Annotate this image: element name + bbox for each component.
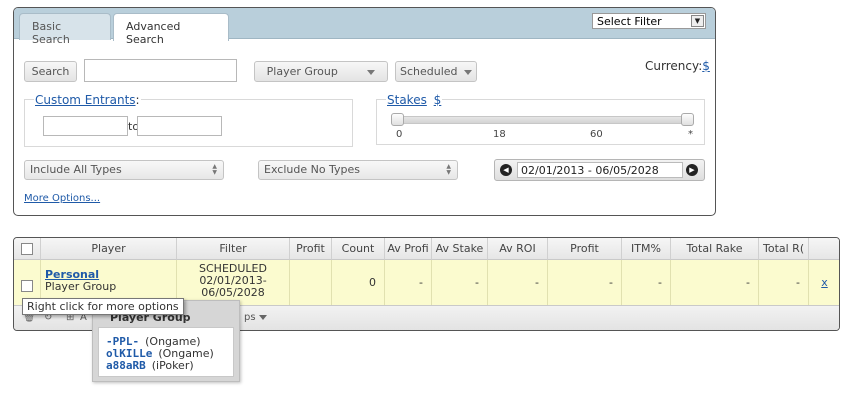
profit-2-cell: - — [548, 260, 622, 305]
stakes-currency-link[interactable]: $ — [434, 93, 442, 107]
column-header-itm[interactable]: ITM% — [622, 238, 671, 260]
column-header-av-roi[interactable]: Av ROI — [488, 238, 548, 260]
currency-link[interactable]: $ — [702, 59, 710, 73]
actions-cell: x — [809, 260, 839, 305]
filter-line: 06/05/2028 — [201, 286, 265, 299]
column-header-profit[interactable]: Profit — [290, 238, 332, 260]
remove-row-link[interactable]: x — [821, 276, 828, 289]
select-arrows-icon: ▲ ▼ — [446, 163, 451, 176]
stakes-slider-max-handle[interactable] — [681, 113, 694, 126]
custom-entrants-colon: : — [135, 93, 140, 107]
select-filter-label: Select Filter — [597, 15, 662, 28]
tab-basic-search[interactable]: Basic Search — [19, 13, 111, 46]
chevron-down-icon — [258, 314, 267, 320]
footer-options-partial[interactable]: ps — [244, 312, 267, 323]
search-input[interactable] — [84, 59, 237, 82]
select-all-checkbox[interactable] — [21, 243, 33, 255]
entrants-to-input[interactable] — [137, 116, 222, 136]
select-all-header — [14, 238, 41, 260]
stakes-tick-18: 18 — [493, 129, 506, 140]
tab-advanced-search[interactable]: Advanced Search — [113, 13, 229, 46]
stakes-tick-60: 60 — [590, 129, 603, 140]
column-header-total-rake-2[interactable]: Total R( — [759, 238, 809, 260]
profit-cell — [290, 260, 332, 305]
stakes-tick-max: * — [688, 129, 693, 140]
member-site: (iPoker) — [151, 359, 194, 372]
chevron-down-icon — [367, 69, 376, 75]
custom-entrants-legend: Custom Entrants: — [34, 93, 141, 107]
chevron-right-icon[interactable]: ▶ — [686, 164, 698, 176]
more-options-link[interactable]: More Options... — [24, 193, 100, 204]
column-header-av-stake[interactable]: Av Stake — [432, 238, 488, 260]
column-header-filter[interactable]: Filter — [177, 238, 290, 260]
chevron-down-icon — [464, 69, 473, 75]
player-group-label: Player Group — [266, 65, 338, 78]
row-checkbox[interactable] — [21, 280, 33, 292]
search-button[interactable]: Search — [24, 61, 77, 82]
total-rake-2-cell: - — [759, 260, 809, 305]
column-header-av-profit[interactable]: Av Profi — [385, 238, 432, 260]
av-profit-cell: - — [385, 260, 432, 305]
chevron-left-icon[interactable]: ◀ — [500, 164, 512, 176]
date-range-input[interactable]: 02/01/2013 - 06/05/2028 — [517, 162, 683, 178]
player-type: Player Group — [45, 280, 117, 293]
scheduled-button[interactable]: Scheduled — [395, 61, 477, 82]
include-types-select[interactable]: Include All Types ▲ ▼ — [24, 160, 224, 180]
av-stake-cell: - — [432, 260, 488, 305]
currency-label: Currency: — [645, 59, 703, 73]
column-header-actions — [809, 238, 839, 260]
date-range-picker: ◀ 02/01/2013 - 06/05/2028 ▶ — [494, 159, 705, 181]
custom-entrants-link[interactable]: Custom Entrants — [35, 93, 136, 107]
member-name: a88aRB — [106, 359, 146, 372]
total-rake-cell: - — [671, 260, 759, 305]
player-group-button[interactable]: Player Group — [254, 61, 388, 82]
select-filter-dropdown[interactable]: Select Filter ▼ — [592, 13, 706, 29]
scheduled-label: Scheduled — [399, 65, 458, 78]
count-cell: 0 — [332, 260, 385, 305]
column-header-count[interactable]: Count — [332, 238, 385, 260]
stakes-legend: Stakes $ — [386, 93, 443, 107]
popup-member-list: -PPL- (Ongame) olKILLe (Ongame) a88aRB (iPo… — [98, 327, 234, 377]
footer-options-label: ps — [244, 312, 256, 323]
stakes-slider-track[interactable] — [392, 116, 691, 124]
stakes-link[interactable]: Stakes — [387, 93, 427, 107]
currency-selector: Currency:$ — [645, 59, 710, 73]
column-header-profit-2[interactable]: Profit — [548, 238, 622, 260]
list-item: a88aRB (iPoker) — [106, 360, 233, 372]
select-arrows-icon: ▲ ▼ — [212, 163, 217, 176]
stakes-tick-0: 0 — [396, 129, 403, 140]
column-header-player[interactable]: Player — [41, 238, 177, 260]
panel-header: Basic Search Advanced Search Select Filt… — [14, 8, 715, 46]
column-header-total-rake[interactable]: Total Rake — [671, 238, 759, 260]
exclude-types-select[interactable]: Exclude No Types ▲ ▼ — [258, 160, 458, 180]
av-roi-cell: - — [488, 260, 548, 305]
itm-cell: - — [622, 260, 671, 305]
search-panel: Basic Search Advanced Search Select Filt… — [13, 7, 716, 216]
chevron-down-icon[interactable]: ▼ — [691, 15, 704, 27]
stakes-slider-min-handle[interactable] — [391, 113, 404, 126]
include-types-label: Include All Types — [30, 163, 122, 176]
tooltip: Right click for more options — [22, 298, 184, 315]
entrants-from-input[interactable] — [43, 116, 128, 136]
exclude-types-label: Exclude No Types — [264, 163, 361, 176]
filter-cell: SCHEDULED 02/01/2013- 06/05/2028 — [177, 260, 290, 305]
